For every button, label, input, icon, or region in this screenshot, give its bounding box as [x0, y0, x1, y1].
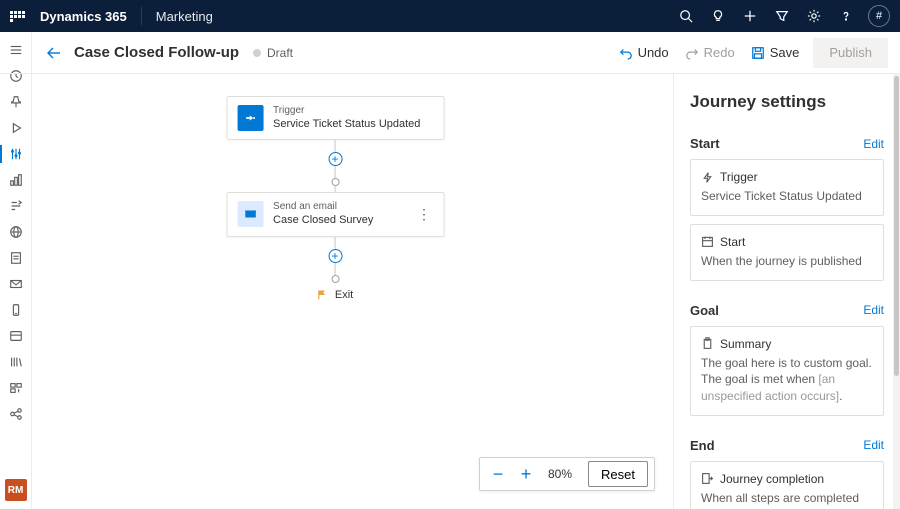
main-area: Trigger Service Ticket Status Updated + …: [32, 74, 900, 509]
zoom-value: 80%: [542, 467, 578, 481]
publish-button: Publish: [813, 38, 888, 68]
node-trigger-label: Trigger: [273, 105, 420, 117]
help-icon[interactable]: [830, 0, 862, 32]
settings-panel: Journey settings Start Edit Trigger Serv…: [673, 74, 900, 509]
zoom-out-button[interactable]: −: [486, 462, 510, 486]
node-exit: Exit: [317, 289, 353, 301]
box-trigger-value: Service Ticket Status Updated: [701, 188, 873, 205]
rail-globe-icon[interactable]: [0, 220, 32, 244]
status-badge: Draft: [253, 46, 293, 60]
rail-segments-icon[interactable]: [0, 376, 32, 400]
rail-forms-icon[interactable]: [0, 324, 32, 348]
search-icon[interactable]: [670, 0, 702, 32]
zoom-reset-button[interactable]: Reset: [588, 461, 648, 487]
connector-join: [331, 178, 339, 186]
box-trigger: Trigger Service Ticket Status Updated: [690, 159, 884, 216]
box-completion-label: Journey completion: [720, 472, 824, 486]
rail-connections-icon[interactable]: [0, 402, 32, 426]
rail-pinned-icon[interactable]: [0, 90, 32, 114]
rail-flows-icon[interactable]: [0, 194, 32, 218]
save-button[interactable]: Save: [743, 38, 808, 68]
undo-label: Undo: [638, 45, 669, 60]
node-trigger-value: Service Ticket Status Updated: [273, 117, 420, 131]
zoom-control: − + 80% Reset: [479, 457, 655, 491]
box-summary-value: The goal here is to custom goal. The goa…: [701, 355, 873, 405]
calendar-icon: [701, 235, 714, 248]
flag-icon: [317, 289, 329, 301]
section-end: End Edit Journey completion When all ste…: [690, 438, 884, 509]
rail-play-icon[interactable]: [0, 116, 32, 140]
nav-divider: [141, 7, 142, 25]
box-completion-value: When all steps are completed: [701, 490, 873, 507]
app-launcher-icon[interactable]: [10, 11, 26, 22]
email-icon: [237, 201, 263, 227]
add-node-button[interactable]: +: [328, 249, 342, 263]
box-summary-label: Summary: [720, 337, 771, 351]
save-label: Save: [770, 45, 800, 60]
exit-icon: [701, 472, 714, 485]
section-goal: Goal Edit Summary The goal here is to cu…: [690, 303, 884, 416]
back-button[interactable]: [40, 39, 68, 67]
connector-join: [331, 275, 339, 283]
global-nav: Dynamics 365 Marketing #: [0, 0, 900, 32]
connector: [335, 140, 336, 152]
section-goal-heading: Goal: [690, 303, 719, 318]
trigger-icon: [237, 105, 263, 131]
node-email-value: Case Closed Survey: [273, 213, 373, 227]
rail-mobile-icon[interactable]: [0, 298, 32, 322]
rail-library-icon[interactable]: [0, 350, 32, 374]
add-icon[interactable]: [734, 0, 766, 32]
page-title: Case Closed Follow-up: [74, 44, 239, 61]
section-start-heading: Start: [690, 136, 720, 151]
flow-column: Trigger Service Ticket Status Updated + …: [226, 96, 444, 301]
section-end-edit[interactable]: Edit: [863, 438, 884, 452]
box-completion: Journey completion When all steps are co…: [690, 461, 884, 509]
command-bar: Case Closed Follow-up Draft Undo Redo Sa…: [0, 32, 900, 74]
exit-label: Exit: [335, 289, 353, 301]
rail-journeys-icon[interactable]: [0, 142, 32, 166]
section-start: Start Edit Trigger Service Ticket Status…: [690, 136, 884, 281]
rail-mail-icon[interactable]: [0, 272, 32, 296]
undo-button[interactable]: Undo: [611, 38, 677, 68]
journey-canvas[interactable]: Trigger Service Ticket Status Updated + …: [32, 74, 673, 509]
left-rail: RM: [0, 32, 32, 509]
settings-icon[interactable]: [798, 0, 830, 32]
section-end-heading: End: [690, 438, 715, 453]
connector: [335, 166, 336, 178]
section-start-edit[interactable]: Edit: [863, 137, 884, 151]
add-node-button[interactable]: +: [328, 152, 342, 166]
scrollbar[interactable]: [893, 74, 900, 509]
brand-label: Dynamics 365: [40, 9, 127, 24]
connector: [335, 237, 336, 249]
user-avatar[interactable]: #: [868, 5, 890, 27]
rail-document-icon[interactable]: [0, 246, 32, 270]
zoom-in-button[interactable]: +: [514, 462, 538, 486]
box-summary: Summary The goal here is to custom goal.…: [690, 326, 884, 416]
box-start-label: Start: [720, 235, 745, 249]
redo-label: Redo: [704, 45, 735, 60]
rail-user-badge[interactable]: RM: [5, 479, 27, 501]
lightbulb-icon[interactable]: [702, 0, 734, 32]
node-email-label: Send an email: [273, 201, 373, 213]
module-label: Marketing: [156, 9, 213, 24]
redo-button: Redo: [677, 38, 743, 68]
box-trigger-label: Trigger: [720, 170, 758, 184]
panel-title: Journey settings: [690, 92, 884, 112]
box-start: Start When the journey is published: [690, 224, 884, 281]
connector: [335, 263, 336, 275]
node-email[interactable]: Send an email Case Closed Survey ⋮: [226, 192, 444, 236]
filter-icon[interactable]: [766, 0, 798, 32]
node-trigger[interactable]: Trigger Service Ticket Status Updated: [226, 96, 444, 140]
node-email-more-icon[interactable]: ⋮: [415, 206, 433, 223]
section-goal-edit[interactable]: Edit: [863, 303, 884, 317]
clipboard-icon: [701, 337, 714, 350]
box-start-value: When the journey is published: [701, 253, 873, 270]
rail-analytics-icon[interactable]: [0, 168, 32, 192]
bolt-icon: [701, 171, 714, 184]
